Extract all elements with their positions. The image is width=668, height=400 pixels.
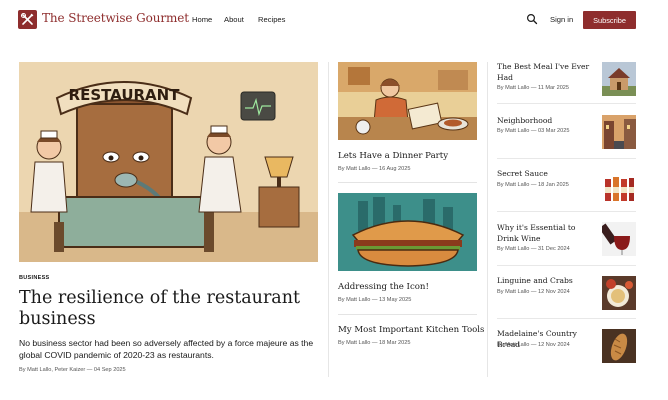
- logo-icon[interactable]: [18, 10, 37, 29]
- search-icon[interactable]: [526, 13, 538, 25]
- divider: [497, 211, 636, 212]
- sauce-bottles-icon[interactable]: [602, 169, 636, 203]
- article-meta: By Matt Lallo — 16 Aug 2025: [338, 166, 411, 172]
- sidebar-article-meta: By Matt Lallo — 11 Mar 2025: [497, 85, 570, 91]
- sidebar-article-title[interactable]: Linguine and Crabs: [497, 276, 592, 287]
- divider: [497, 265, 636, 266]
- column-divider: [328, 62, 329, 377]
- article-title[interactable]: Lets Have a Dinner Party: [338, 151, 448, 161]
- article-meta: By Matt Lallo — 18 Mar 2025: [338, 340, 411, 346]
- sidebar-article-title[interactable]: Secret Sauce: [497, 169, 592, 180]
- sidebar-article-title[interactable]: Why it's Essential to Drink Wine: [497, 223, 592, 244]
- sidebar-article-meta: By Matt Lallo — 12 Nov 2024: [497, 289, 570, 295]
- sidebar-article-meta: By Matt Lallo — 18 Jan 2025: [497, 182, 569, 188]
- sandwich-illustration[interactable]: [338, 193, 477, 271]
- divider: [497, 318, 636, 319]
- site-title[interactable]: The Streetwise Gourmet: [42, 11, 189, 25]
- street-icon[interactable]: [602, 115, 636, 149]
- article-title[interactable]: My Most Important Kitchen Tools: [338, 325, 484, 335]
- subscribe-button[interactable]: Subscribe: [583, 11, 636, 29]
- divider: [338, 314, 477, 315]
- sidebar-article-meta: By Matt Lallo — 03 Mar 2025: [497, 128, 570, 134]
- hero-title[interactable]: The resilience of the restaurant busines…: [19, 288, 319, 330]
- restaurant-sign-text: RESTAURANT: [69, 86, 181, 104]
- dinner-party-illustration[interactable]: [338, 62, 477, 140]
- divider: [338, 182, 477, 183]
- divider: [497, 158, 636, 159]
- nav-home[interactable]: Home: [192, 15, 212, 24]
- nav-about[interactable]: About: [224, 15, 244, 24]
- signin-link[interactable]: Sign in: [550, 15, 573, 24]
- house-icon[interactable]: [602, 62, 636, 96]
- wine-icon[interactable]: [602, 222, 636, 256]
- site-header: The Streetwise Gourmet Home About Recipe…: [0, 0, 668, 40]
- crab-plate-icon[interactable]: [602, 276, 636, 310]
- hero-meta: By Matt Lallo, Peter Kaizer — 04 Sep 202…: [19, 367, 126, 373]
- hero-category[interactable]: BUSINESS: [19, 275, 50, 281]
- column-divider: [487, 62, 488, 377]
- bread-icon[interactable]: [602, 329, 636, 363]
- article-meta: By Matt Lallo — 13 May 2025: [338, 297, 412, 303]
- nav-recipes[interactable]: Recipes: [258, 15, 285, 24]
- hero-image[interactable]: RESTAURANT: [19, 62, 318, 262]
- sidebar-article-title[interactable]: Neighborhood: [497, 116, 592, 127]
- article-title[interactable]: Addressing the Icon!: [338, 282, 429, 292]
- divider: [497, 103, 636, 104]
- sidebar-article-meta: By Matt Lallo — 12 Nov 2024: [497, 342, 570, 348]
- sidebar-article-title[interactable]: The Best Meal I've Ever Had: [497, 62, 592, 83]
- hero-description: No business sector had been so adversely…: [19, 338, 314, 360]
- sidebar-article-meta: By Matt Lallo — 31 Dec 2024: [497, 246, 570, 252]
